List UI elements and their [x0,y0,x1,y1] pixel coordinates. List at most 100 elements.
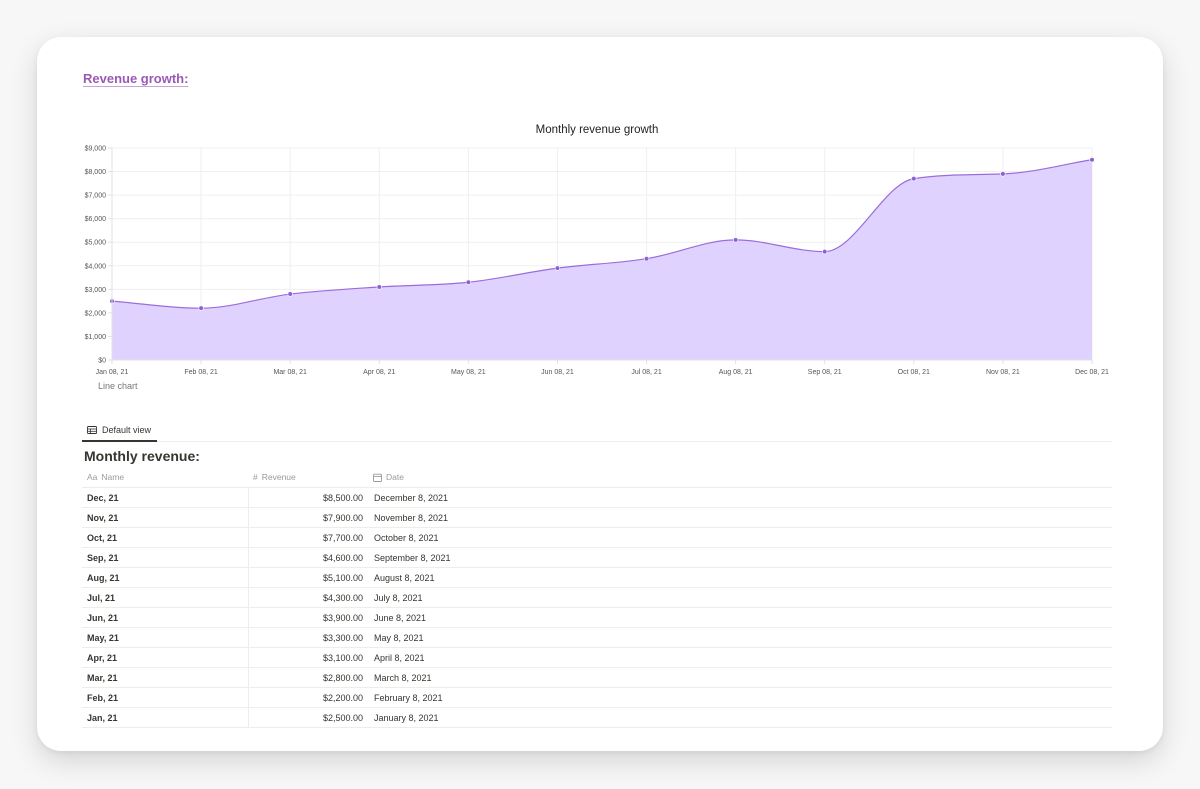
x-tick-label: Feb 08, 21 [184,369,218,376]
column-header-label: Date [386,472,404,482]
cell-date[interactable]: March 8, 2021 [368,668,1112,687]
view-tabs: Default view [82,419,1112,442]
table-row[interactable]: May, 21 $3,300.00 May 8, 2021 [82,628,1112,648]
tab-default-view[interactable]: Default view [82,419,158,442]
y-tick-label: $6,000 [85,216,107,223]
cell-date[interactable]: June 8, 2021 [368,608,1112,627]
cell-date[interactable]: August 8, 2021 [368,568,1112,587]
cell-revenue[interactable]: $5,100.00 [248,568,368,587]
table-row[interactable]: Apr, 21 $3,100.00 April 8, 2021 [82,648,1112,668]
x-tick-label: Aug 08, 21 [719,369,753,376]
text-property-icon: Aa [87,472,98,482]
cell-revenue[interactable]: $3,900.00 [248,608,368,627]
data-point [554,265,561,271]
cell-name[interactable]: Jun, 21 [82,608,248,627]
cell-name[interactable]: Jul, 21 [82,588,248,607]
cell-revenue[interactable]: $4,300.00 [248,588,368,607]
cell-name[interactable]: Aug, 21 [82,568,248,587]
data-point [198,305,204,311]
table-row[interactable]: Aug, 21 $5,100.00 August 8, 2021 [82,568,1112,588]
revenue-table: Aa Name # Revenue Date Dec, 21 $8,500.00 D… [82,467,1112,728]
data-point [465,279,471,285]
cell-date[interactable]: July 8, 2021 [368,588,1112,607]
table-header: Aa Name # Revenue Date [82,467,1112,488]
table-row[interactable]: Jul, 21 $4,300.00 July 8, 2021 [82,588,1112,608]
column-header-label: Revenue [261,472,296,482]
y-tick-label: $9,000 [85,146,107,153]
data-point [376,284,382,290]
data-point [822,249,828,255]
table-row[interactable]: Oct, 21 $7,700.00 October 8, 2021 [82,528,1112,548]
series-area [112,159,1092,360]
chart-title: Monthly revenue growth [536,124,659,136]
cell-revenue[interactable]: $2,800.00 [248,668,368,687]
table-row[interactable]: Nov, 21 $7,900.00 November 8, 2021 [82,508,1112,528]
table-body: Dec, 21 $8,500.00 December 8, 2021 Nov, 21 $… [82,488,1112,728]
cell-date[interactable]: January 8, 2021 [368,708,1112,727]
cell-date[interactable]: November 8, 2021 [368,508,1112,527]
table-row[interactable]: Jun, 21 $3,900.00 June 8, 2021 [82,608,1112,628]
cell-date[interactable]: December 8, 2021 [368,488,1112,507]
cell-name[interactable]: Apr, 21 [82,648,248,667]
cell-name[interactable]: Sep, 21 [82,548,248,567]
revenue-line-chart: Monthly revenue growth $0 $1,000 $2,000 $3,0… [85,124,1109,376]
tab-default-view-label: Default view [102,424,152,435]
x-tick-label: May 08, 21 [451,369,486,376]
x-tick-label: Jul 08, 21 [631,369,661,376]
data-point [1089,157,1095,163]
cell-revenue[interactable]: $3,100.00 [248,648,368,667]
cell-date[interactable]: April 8, 2021 [368,648,1112,667]
y-tick-label: $3,000 [85,287,107,294]
y-tick-label: $0 [98,358,106,365]
cell-name[interactable]: Dec, 21 [82,488,248,507]
cell-date[interactable]: May 8, 2021 [368,628,1112,647]
y-tick-label: $4,000 [85,263,107,270]
table-icon [87,425,97,434]
y-tick-label: $8,000 [85,169,107,176]
data-point [911,176,917,182]
table-row[interactable]: Dec, 21 $8,500.00 December 8, 2021 [82,488,1112,508]
y-tick-label: $1,000 [85,334,107,341]
y-tick-label: $2,000 [85,310,107,317]
x-tick-label: Nov 08, 21 [986,369,1020,376]
cell-revenue[interactable]: $2,500.00 [248,708,368,727]
table-row[interactable]: Jan, 21 $2,500.00 January 8, 2021 [82,708,1112,728]
number-property-icon: # [253,472,258,482]
column-header-label: Name [101,472,125,482]
chart-caption: Line chart [98,381,138,391]
cell-date[interactable]: September 8, 2021 [368,548,1112,567]
table-row[interactable]: Feb, 21 $2,200.00 February 8, 2021 [82,688,1112,708]
data-point [1000,171,1006,177]
cell-name[interactable]: May, 21 [82,628,248,647]
cell-revenue[interactable]: $3,300.00 [248,628,368,647]
y-tick-label: $7,000 [85,193,107,200]
cell-revenue[interactable]: $8,500.00 [248,488,368,507]
page-card: Revenue growth: Monthly revenue growth $0… [37,37,1163,751]
cell-revenue[interactable]: $4,600.00 [248,548,368,567]
database-title[interactable]: Monthly revenue: [84,448,200,464]
column-header-date[interactable]: Date [368,467,1112,487]
cell-date[interactable]: October 8, 2021 [368,528,1112,547]
cell-name[interactable]: Jan, 21 [82,708,248,727]
calendar-icon [373,473,382,482]
table-row[interactable]: Mar, 21 $2,800.00 March 8, 2021 [82,668,1112,688]
cell-name[interactable]: Oct, 21 [82,528,248,547]
x-tick-label: Jun 08, 21 [541,369,574,376]
column-header-revenue[interactable]: # Revenue [248,467,368,487]
column-header-name[interactable]: Aa Name [82,467,248,487]
x-tick-label: Apr 08, 21 [363,369,395,376]
data-point [643,256,650,262]
cell-date[interactable]: February 8, 2021 [368,688,1112,707]
x-tick-label: Sep 08, 21 [808,369,842,376]
cell-revenue[interactable]: $7,700.00 [248,528,368,547]
cell-revenue[interactable]: $7,900.00 [248,508,368,527]
y-tick-label: $5,000 [85,240,107,247]
cell-name[interactable]: Nov, 21 [82,508,248,527]
x-tick-label: Jan 08, 21 [96,369,129,376]
cell-name[interactable]: Mar, 21 [82,668,248,687]
cell-name[interactable]: Feb, 21 [82,688,248,707]
x-tick-label: Mar 08, 21 [273,369,307,376]
table-row[interactable]: Sep, 21 $4,600.00 September 8, 2021 [82,548,1112,568]
data-point [287,291,293,297]
cell-revenue[interactable]: $2,200.00 [248,688,368,707]
